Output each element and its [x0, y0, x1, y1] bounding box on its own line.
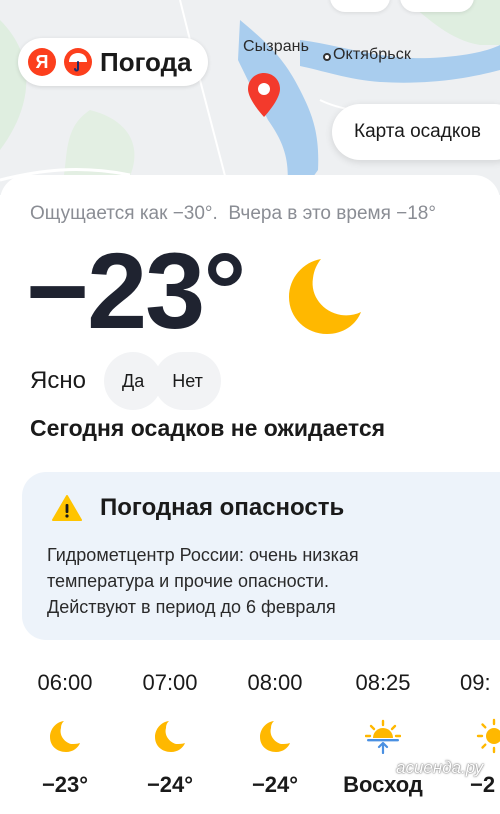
precipitation-map-button[interactable]: Карта осадков — [332, 104, 500, 160]
top-control[interactable] — [400, 0, 474, 12]
hourly-time: 07:00 — [142, 670, 198, 695]
map-city-label: Сызрань — [243, 38, 310, 55]
weather-card: Ощущается как −30°. Вчера в это время −1… — [0, 175, 500, 814]
top-control[interactable] — [330, 0, 390, 12]
brand-name: Погода — [100, 46, 192, 77]
yesterday-text: Вчера в это время −18° — [228, 203, 436, 224]
warning-icon — [52, 495, 82, 521]
hourly-temp: −24° — [146, 772, 194, 797]
current-temperature: −23° — [26, 230, 246, 351]
hourly-item[interactable]: 08:25 Восход — [338, 670, 428, 798]
precipitation-summary: Сегодня осадков не ожидается — [30, 415, 386, 441]
hourly-item[interactable]: 07:00 −24° — [125, 670, 215, 798]
precipitation-map-preview[interactable]: Сызрань Октябрьск Я Погода Карта осадков — [0, 0, 500, 195]
moon-icon — [289, 259, 361, 334]
moon-icon — [260, 721, 290, 752]
alert-line: температура и прочие опасности. — [47, 571, 329, 591]
hourly-item[interactable]: 09: −2 — [448, 670, 500, 798]
moon-icon — [155, 721, 185, 752]
hourly-item[interactable]: 08:00 −24° — [230, 670, 320, 798]
hourly-item[interactable]: 06:00 −23° — [20, 670, 110, 798]
alert-description: Гидрометцентр России: очень низкая темпе… — [47, 542, 359, 620]
feels-like-text: Ощущается как −30°. — [30, 203, 218, 224]
alert-line: Гидрометцентр России: очень низкая — [47, 545, 359, 565]
brand-badge[interactable]: Я Погода — [18, 38, 208, 86]
hourly-time: 06:00 — [37, 670, 93, 695]
moon-icon — [50, 721, 80, 752]
alert-line: Действуют в период до 6 февраля — [47, 597, 336, 617]
hourly-time: 08:00 — [247, 670, 303, 695]
sunrise-icon — [365, 719, 401, 754]
vote-no-button[interactable]: Нет — [154, 352, 221, 410]
weather-alert-card[interactable]: Погодная опасность Гидрометцентр России:… — [22, 472, 500, 640]
map-city-label: Октябрьск — [333, 46, 411, 63]
yandex-logo-icon: Я — [28, 48, 56, 76]
location-pin-icon[interactable] — [247, 72, 281, 118]
hourly-temp: −23° — [41, 772, 89, 797]
watermark: асиенда.ру — [396, 758, 484, 777]
city-marker — [323, 53, 331, 61]
hourly-time: 09: — [460, 670, 491, 695]
condition-text: Ясно — [30, 367, 86, 394]
sun-icon — [476, 718, 500, 754]
umbrella-icon — [64, 48, 92, 76]
hourly-time: 08:25 — [355, 670, 411, 695]
hourly-temp: −24° — [251, 772, 299, 797]
feels-like-line: Ощущается как −30°. Вчера в это время −1… — [30, 203, 436, 225]
condition-vote: Да Нет — [104, 352, 221, 410]
alert-title: Погодная опасность — [100, 494, 345, 521]
